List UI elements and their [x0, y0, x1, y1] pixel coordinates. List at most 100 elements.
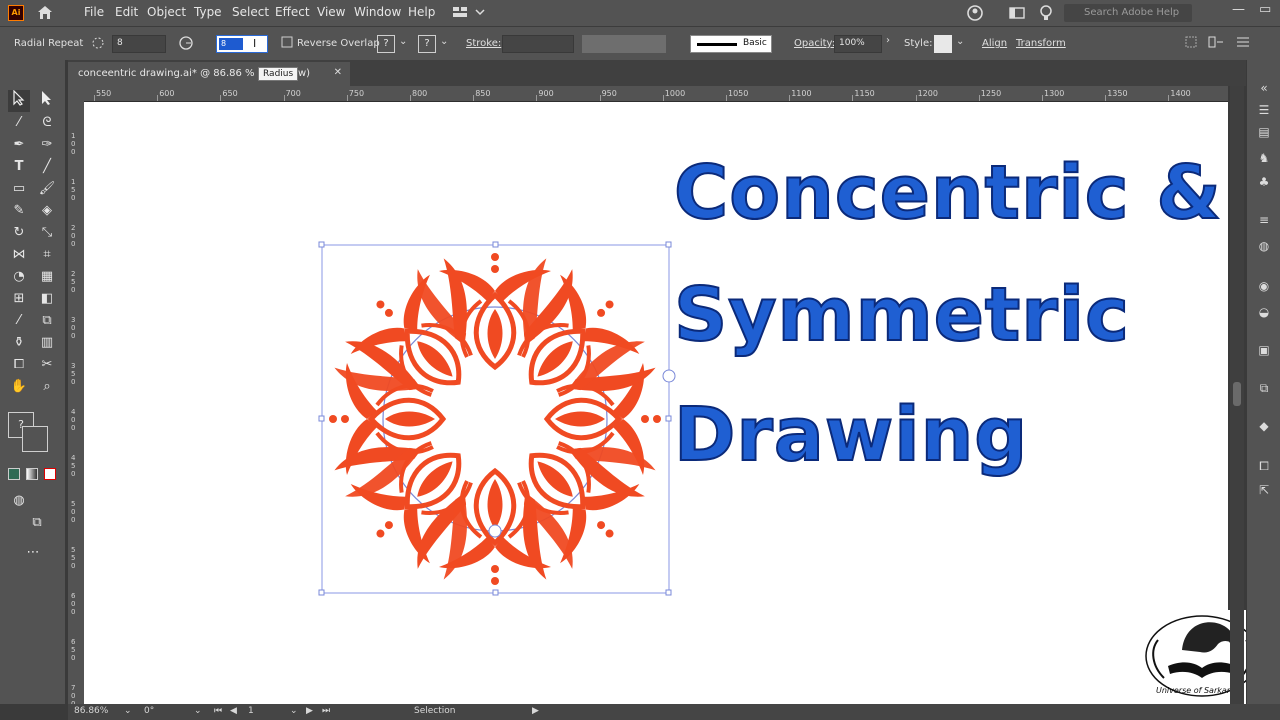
opacity-field[interactable]: 100% — [834, 35, 882, 53]
lasso-tool-icon[interactable]: ᘓ — [36, 112, 58, 134]
rotate-tool-icon[interactable]: ↻ — [8, 222, 30, 244]
color-mode-icon[interactable] — [8, 468, 20, 480]
pathfinder-icon[interactable]: ⧉ — [1256, 380, 1272, 396]
mesh-tool-icon[interactable]: ⊞ — [8, 288, 30, 310]
zoom-level[interactable]: 86.86% — [74, 706, 108, 716]
menu-select[interactable]: Select — [232, 5, 269, 19]
next-artboard-icon[interactable]: ▶ — [306, 706, 313, 716]
symbols-icon[interactable]: ♣ — [1256, 174, 1272, 190]
recolor-button[interactable]: ? — [377, 35, 395, 53]
menu-effect[interactable]: Effect — [275, 5, 310, 19]
opacity-label[interactable]: Opacity: — [794, 38, 835, 49]
pen-tool-icon[interactable]: ✒ — [8, 134, 30, 156]
first-artboard-icon[interactable]: ⏮ — [214, 706, 222, 716]
gradient-tool-icon[interactable]: ◧ — [36, 288, 58, 310]
align-link[interactable]: Align — [982, 38, 1007, 49]
maximize-icon[interactable]: ▭ — [1259, 2, 1271, 17]
status-menu-icon[interactable]: ▶ — [532, 706, 539, 716]
collapse-panels-icon[interactable]: « — [1256, 80, 1272, 96]
scrollbar-thumb[interactable] — [1233, 382, 1241, 406]
transparency-icon[interactable]: ◒ — [1256, 304, 1272, 320]
chevron-right-icon[interactable]: › — [886, 35, 890, 46]
stroke-panel-icon[interactable]: ≡ — [1256, 212, 1272, 228]
rotation-level[interactable]: 0° — [144, 706, 154, 716]
home-icon[interactable] — [36, 4, 54, 23]
vertical-ruler[interactable]: 100150200250300350400450500550600650700 — [68, 86, 84, 708]
line-tool-icon[interactable]: ╱ — [36, 156, 58, 178]
zoom-tool-icon[interactable]: ⌕ — [36, 376, 58, 398]
gradient-mode-icon[interactable] — [26, 468, 38, 480]
column-graph-tool-icon[interactable]: ▥ — [36, 332, 58, 354]
asset-export-icon[interactable]: ⇱ — [1256, 482, 1272, 498]
symbol-sprayer-tool-icon[interactable]: ⚱ — [8, 332, 30, 354]
blend-tool-icon[interactable]: ⧉ — [36, 310, 58, 332]
shaper-tool-icon[interactable]: ✎ — [8, 200, 30, 222]
menu-object[interactable]: Object — [147, 5, 186, 19]
arrange-icon[interactable] — [1008, 4, 1026, 25]
workspace-switcher-icon[interactable] — [452, 5, 486, 22]
properties-icon[interactable]: ☰ — [1256, 102, 1272, 118]
menu-type[interactable]: Type — [194, 5, 222, 19]
tab-document[interactable]: conceentric drawing.ai* @ 86.86 % (R w) ✕ — [68, 62, 350, 86]
libraries-icon[interactable]: ▤ — [1256, 124, 1272, 140]
gradient-panel-icon[interactable]: ▣ — [1256, 342, 1272, 358]
eraser-tool-icon[interactable]: ◈ — [36, 200, 58, 222]
hand-tool-icon[interactable]: ✋ — [8, 376, 30, 398]
horizontal-ruler[interactable]: 550 600 650 700 750 800 850 900 950 1000 1050 1100 1… — [84, 86, 1228, 102]
chevron-down-icon[interactable]: ⌄ — [290, 706, 298, 716]
artboards-icon[interactable]: ⧠ — [1256, 458, 1272, 474]
color-mode-button[interactable]: ? — [418, 35, 436, 53]
arrange-documents-icon[interactable] — [1208, 35, 1224, 52]
vertical-scrollbar[interactable] — [1230, 86, 1244, 704]
last-artboard-icon[interactable]: ⏭ — [322, 706, 330, 716]
menu-help[interactable]: Help — [408, 5, 435, 19]
shape-builder-tool-icon[interactable]: ◔ — [8, 266, 30, 288]
more-tools-icon[interactable]: ⋯ — [22, 542, 44, 564]
draw-mode-icon[interactable]: ◍ — [8, 490, 30, 512]
lightbulb-icon[interactable] — [1038, 4, 1054, 25]
isolate-icon[interactable] — [1184, 35, 1198, 52]
width-tool-icon[interactable]: ⋈ — [8, 244, 30, 266]
curvature-tool-icon[interactable]: ✑ — [36, 134, 58, 156]
scale-tool-icon[interactable]: ⤡ — [36, 222, 58, 244]
chevron-down-icon[interactable]: ⌄ — [399, 36, 407, 47]
stroke-color-swatch[interactable] — [582, 35, 666, 53]
eyedropper-tool-icon[interactable]: ⁄ — [8, 310, 30, 332]
minimize-icon[interactable]: — — [1232, 2, 1245, 17]
none-mode-icon[interactable] — [44, 468, 56, 480]
cloud-icon[interactable] — [966, 4, 984, 25]
rectangle-tool-icon[interactable]: ▭ — [8, 178, 30, 200]
perspective-grid-tool-icon[interactable]: ▦ — [36, 266, 58, 288]
radius-field[interactable]: 8 I — [216, 35, 268, 53]
panel-menu-icon[interactable] — [1236, 35, 1250, 52]
stroke-swatch-icon[interactable] — [22, 426, 48, 452]
stroke-weight-field[interactable] — [502, 35, 574, 53]
brushes-icon[interactable]: ♞ — [1256, 150, 1272, 166]
chevron-down-icon[interactable]: ⌄ — [440, 36, 448, 47]
search-input[interactable]: Search Adobe Help — [1064, 4, 1192, 22]
reverse-overlap-checkbox[interactable] — [281, 36, 293, 51]
chevron-down-icon[interactable]: ⌄ — [194, 706, 202, 716]
chevron-down-icon[interactable]: ⌄ — [124, 706, 132, 716]
artboard-number[interactable]: 1 — [248, 706, 254, 716]
menu-view[interactable]: View — [317, 5, 345, 19]
paintbrush-tool-icon[interactable]: 🖌 — [36, 178, 58, 200]
selection-tool-icon[interactable] — [8, 89, 30, 112]
direct-selection-tool-icon[interactable] — [36, 90, 58, 112]
menu-file[interactable]: File — [84, 5, 104, 19]
artboard-tool-icon[interactable]: ⧠ — [8, 354, 30, 376]
free-transform-tool-icon[interactable]: ⌗ — [36, 244, 58, 266]
appearance-icon[interactable]: ◍ — [1256, 238, 1272, 254]
color-guide-icon[interactable]: ◉ — [1256, 278, 1272, 294]
close-tab-icon[interactable]: ✕ — [334, 67, 342, 78]
magic-wand-tool-icon[interactable]: ⁄ — [8, 112, 30, 134]
stroke-label[interactable]: Stroke: — [466, 38, 501, 49]
slice-tool-icon[interactable]: ✂ — [36, 354, 58, 376]
type-tool-icon[interactable]: T — [8, 156, 30, 178]
chevron-down-icon[interactable]: ⌄ — [956, 36, 964, 47]
screen-mode-icon[interactable]: ⧉ — [26, 512, 48, 534]
stroke-profile-dropdown[interactable]: Basic — [690, 35, 772, 53]
menu-window[interactable]: Window — [354, 5, 401, 19]
menu-edit[interactable]: Edit — [115, 5, 138, 19]
previous-artboard-icon[interactable]: ◀ — [230, 706, 237, 716]
